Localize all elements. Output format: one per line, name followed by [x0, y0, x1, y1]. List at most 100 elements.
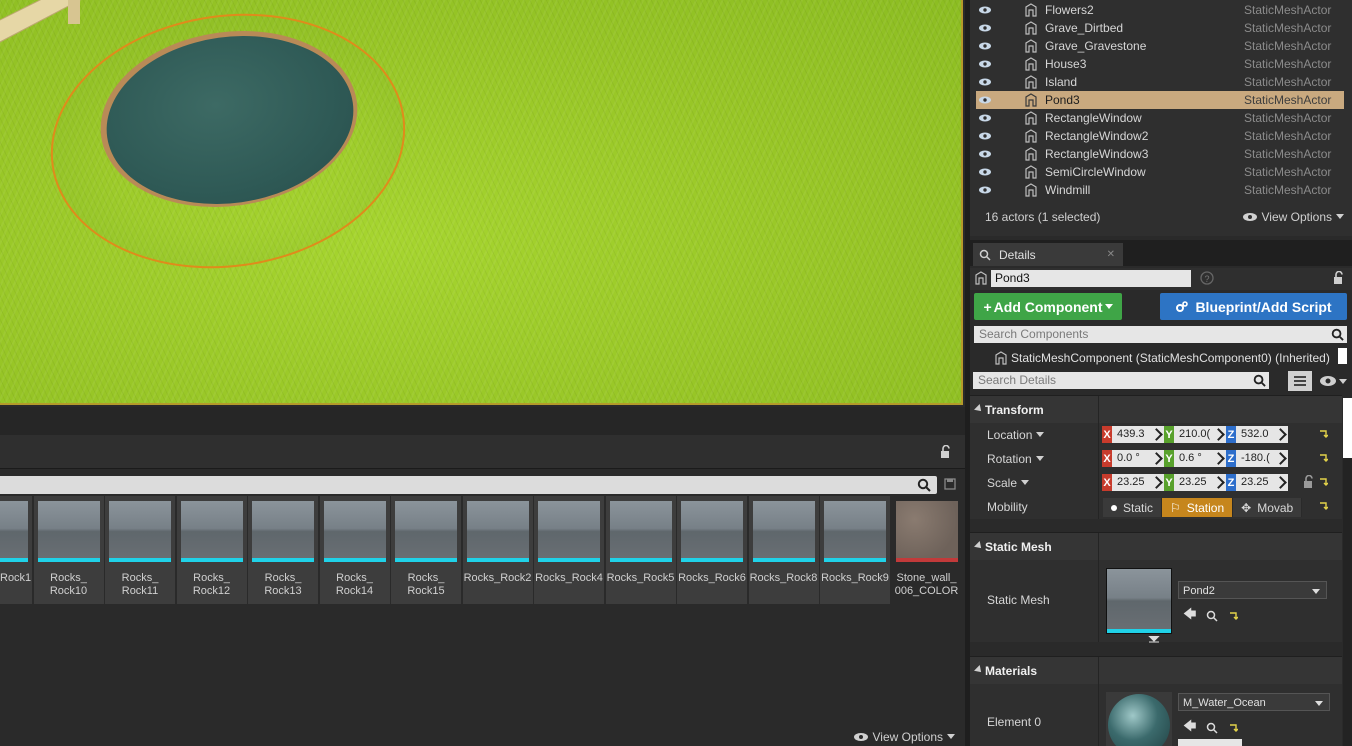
asset-tile[interactable]: Rock1 [0, 496, 33, 604]
level-viewport[interactable] [0, 0, 963, 405]
column-divider [1098, 684, 1099, 746]
use-selected-arrow-icon[interactable]: 🡄 [1183, 717, 1196, 739]
asset-tile[interactable]: Rocks_Rock9 [820, 496, 891, 604]
lock-icon[interactable] [1302, 475, 1314, 489]
close-icon[interactable]: ✕ [1107, 249, 1115, 260]
location-y-input[interactable]: 210.0( [1174, 426, 1226, 443]
component-scrollbar[interactable] [1338, 348, 1347, 364]
content-search-input[interactable] [0, 476, 937, 494]
mobility-stationary-button[interactable]: ⚐ Station [1162, 498, 1234, 517]
outliner-row[interactable]: Island StaticMeshActor [976, 73, 1344, 91]
mobility-static-button[interactable]: Static [1103, 498, 1163, 517]
scale-label[interactable]: Scale [987, 476, 1030, 490]
outliner-row[interactable]: RectangleWindow3 StaticMeshActor [976, 145, 1344, 163]
asset-tile[interactable]: Rocks_Rock5 [605, 496, 677, 604]
mobility-movable-label: Movab [1257, 500, 1294, 515]
reset-to-default-icon[interactable] [1318, 477, 1328, 487]
lock-icon[interactable] [939, 445, 953, 459]
outliner-row[interactable]: Flowers2 StaticMeshActor [976, 1, 1344, 19]
location-label[interactable]: Location [987, 428, 1045, 442]
mobility-movable-button[interactable]: ✥ Movab [1233, 498, 1303, 517]
outliner-row[interactable]: House3 StaticMeshActor [976, 55, 1344, 73]
outliner-row[interactable]: Grave_Dirtbed StaticMeshActor [976, 19, 1344, 37]
textures-button[interactable] [1178, 739, 1242, 746]
asset-tile[interactable]: Rocks_ Rock12 [176, 496, 248, 604]
materials-section-header[interactable]: Materials [970, 656, 1342, 685]
visibility-eye-icon[interactable] [978, 41, 992, 51]
scale-x-input[interactable]: 23.25 [1112, 474, 1164, 491]
details-scrollbar-thumb[interactable] [1343, 398, 1352, 458]
asset-label: Rocks_Rock9 [821, 572, 889, 584]
visibility-eye-icon[interactable] [978, 113, 992, 123]
asset-tile[interactable]: Rocks_ Rock11 [105, 496, 176, 604]
outliner-row[interactable]: Windmill StaticMeshActor [976, 181, 1344, 199]
asset-tile[interactable]: Rocks_Rock6 [677, 496, 748, 604]
eye-icon[interactable] [1318, 374, 1348, 388]
expand-arrow-icon[interactable] [1148, 636, 1160, 644]
transform-section-header[interactable]: Transform [970, 395, 1342, 424]
lock-icon[interactable] [1332, 271, 1346, 285]
static-mesh-section-header[interactable]: Static Mesh [970, 532, 1342, 561]
asset-tile[interactable]: Stone_wall_ 006_COLOR [891, 496, 963, 604]
static-mesh-combo[interactable]: Pond2 [1178, 581, 1327, 599]
outliner-row[interactable]: RectangleWindow2 StaticMeshActor [976, 127, 1344, 145]
visibility-eye-icon[interactable] [978, 95, 992, 105]
reset-to-default-icon[interactable] [1318, 429, 1328, 439]
static-mesh-icon [1025, 75, 1037, 89]
visibility-eye-icon[interactable] [978, 59, 992, 69]
save-icon[interactable] [944, 478, 956, 490]
asset-tile[interactable]: Rocks_ Rock14 [319, 496, 391, 604]
search-icon[interactable] [917, 478, 931, 492]
outliner-row[interactable]: Pond3 StaticMeshActor [976, 91, 1344, 109]
asset-tile[interactable]: Rocks_Rock4 [534, 496, 605, 604]
tab-details[interactable]: Details ✕ [973, 243, 1123, 266]
visibility-eye-icon[interactable] [978, 5, 992, 15]
view-options-button[interactable]: View Options [853, 730, 955, 744]
visibility-eye-icon[interactable] [978, 23, 992, 33]
add-component-button[interactable]: + Add Component [974, 293, 1122, 320]
component-tree-item[interactable]: StaticMeshComponent (StaticMeshComponent… [970, 348, 1352, 368]
asset-tile[interactable]: Rocks_ Rock10 [33, 496, 105, 604]
rotation-x-input[interactable]: 0.0 ° [1112, 450, 1164, 467]
search-components-input[interactable]: Search Components [974, 326, 1347, 343]
asset-thumbnail [895, 501, 958, 562]
asset-tile[interactable]: Rocks_ Rock13 [248, 496, 319, 604]
outliner-row[interactable]: Grave_Gravestone StaticMeshActor [976, 37, 1344, 55]
rotation-label[interactable]: Rotation [987, 452, 1044, 466]
reset-to-default-icon[interactable] [1228, 611, 1239, 621]
outliner-row[interactable]: SemiCircleWindow StaticMeshActor [976, 163, 1344, 181]
visibility-eye-icon[interactable] [978, 149, 992, 159]
asset-tile[interactable]: Rocks_ Rock15 [391, 496, 462, 604]
search-details-input[interactable]: Search Details [973, 372, 1269, 389]
actor-name-input[interactable]: Pond3 [991, 270, 1191, 287]
asset-tile[interactable]: Rocks_Rock2 [462, 496, 534, 604]
blueprint-add-script-button[interactable]: Blueprint/Add Script [1160, 293, 1347, 320]
outliner-row[interactable]: RectangleWindow StaticMeshActor [976, 109, 1344, 127]
rotation-z-input[interactable]: -180.( [1236, 450, 1288, 467]
visibility-eye-icon[interactable] [978, 185, 992, 195]
visibility-eye-icon[interactable] [978, 167, 992, 177]
reset-to-default-icon[interactable] [1318, 501, 1328, 511]
visibility-eye-icon[interactable] [978, 131, 992, 141]
material-combo[interactable]: M_Water_Ocean [1178, 693, 1330, 711]
reset-to-default-icon[interactable] [1228, 723, 1239, 733]
help-icon[interactable]: ? [1200, 271, 1214, 285]
use-selected-arrow-icon[interactable]: 🡄 [1183, 605, 1196, 627]
outliner-row-type: StaticMeshActor [1244, 93, 1332, 107]
location-x-input[interactable]: 439.3 [1112, 426, 1164, 443]
collapse-triangle-icon [974, 665, 984, 675]
asset-thumbnail [824, 501, 886, 562]
static-mesh-thumbnail[interactable] [1106, 568, 1172, 634]
scale-z-input[interactable]: 23.25 [1236, 474, 1288, 491]
reset-to-default-icon[interactable] [1318, 453, 1328, 463]
rotation-y-input[interactable]: 0.6 ° [1174, 450, 1226, 467]
property-matrix-button[interactable] [1288, 371, 1312, 391]
asset-tile[interactable]: Rocks_Rock8 [748, 496, 820, 604]
location-z-input[interactable]: 532.0 [1236, 426, 1288, 443]
scale-y-input[interactable]: 23.25 [1174, 474, 1226, 491]
browse-search-icon[interactable] [1206, 610, 1218, 622]
material-thumbnail[interactable] [1106, 692, 1172, 746]
browse-search-icon[interactable] [1206, 722, 1218, 734]
outliner-view-options-button[interactable]: View Options [1242, 210, 1344, 224]
visibility-eye-icon[interactable] [978, 77, 992, 87]
